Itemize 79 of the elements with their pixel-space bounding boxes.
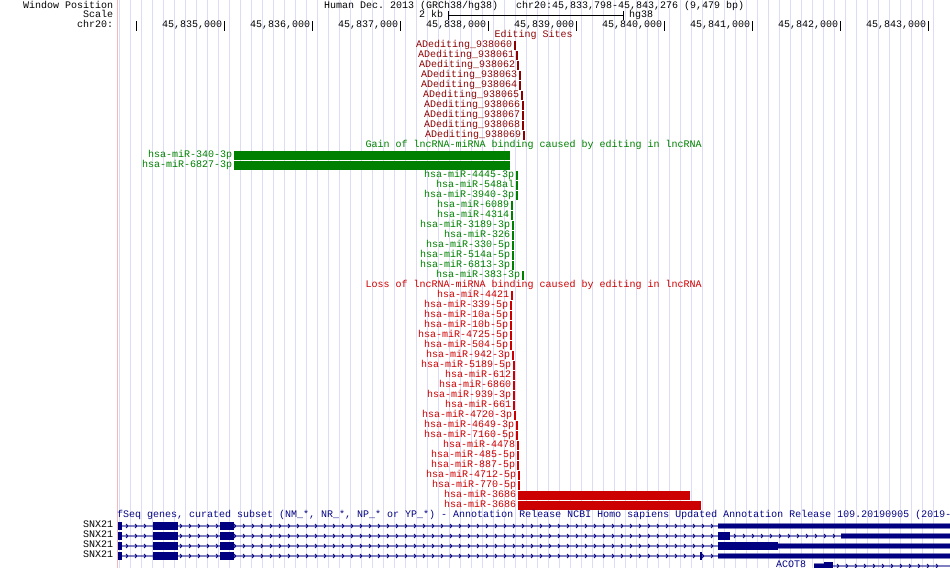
assembly-label: Human Dec. 2013 (GRCh38/hg38) <box>324 0 498 12</box>
feature-label: hsa-miR-340-3p <box>148 151 232 161</box>
gene-label: ACOT8 <box>776 561 806 568</box>
track-title: Loss of lncRNA-miRNA binding caused by editing in lncRNA <box>365 281 702 291</box>
track-title: Gain of lncRNA-miRNA binding caused by editing in lncRNA <box>365 141 702 151</box>
ruler-label: 45,838,000 <box>426 21 486 31</box>
feature-label: hsa-miR-3189-3p <box>420 221 510 231</box>
feature-label: hsa-miR-10a-5p <box>424 311 508 321</box>
feature-label: ADediting_938068 <box>424 121 520 131</box>
track-title: fSeq genes, curated subset (NM_*, NR_*, NP_* or YP_*) - Annotation Release NCBI Homo sapiens Updated Annotation Release 109.20190905 (2019- <box>117 510 950 521</box>
tick-mark <box>312 21 313 31</box>
feature-label: hsa-miR-326 <box>444 231 510 241</box>
feature-label: hsa-miR-6089 <box>436 201 509 211</box>
feature-label: hsa-miR-339-5p <box>424 301 508 311</box>
scale-label: Scale <box>82 11 113 21</box>
ruler-label: 45,836,000 <box>250 21 310 31</box>
window-position-label: Window Position <box>22 0 113 11</box>
feature-label: hsa-miR-612 <box>444 371 511 381</box>
ruler-label: 45,841,000 <box>690 21 750 31</box>
feature-label: ADediting_938062 <box>418 61 515 71</box>
tick-mark <box>928 21 929 31</box>
feature-label: hsa-miR-6860 <box>438 381 511 391</box>
tick-mark <box>136 21 137 31</box>
gene-label: SNX21 <box>82 541 113 551</box>
scale-value: 2 kb <box>419 11 444 21</box>
feature-label: hsa-miR-4712-5p <box>426 471 516 481</box>
feature-label: hsa-miR-4445-3p <box>424 171 514 181</box>
ruler-label: 45,839,000 <box>514 21 574 31</box>
feature-label: hsa-miR-6813-3p <box>420 261 510 271</box>
feature-label: hsa-miR-887-5p <box>430 461 515 471</box>
feature-label: hsa-miR-942-3p <box>426 351 510 361</box>
feature-label: hsa-miR-10b-5p <box>424 321 508 331</box>
tick-mark <box>840 21 841 31</box>
ruler-label: 45,842,000 <box>778 21 838 31</box>
ruler-label: 45,835,000 <box>162 21 222 31</box>
gene-label: SNX21 <box>82 551 113 561</box>
tick-mark <box>752 21 753 31</box>
feature-label: hsa-miR-5189-5p <box>420 361 511 371</box>
feature-label: hsa-miR-4720-3p <box>422 411 512 421</box>
feature-label: hsa-miR-6827-3p <box>142 161 232 171</box>
feature-label: hsa-miR-3686 <box>444 501 516 511</box>
feature-label: hsa-miR-770-5p <box>432 481 516 491</box>
gene-label: SNX21 <box>82 531 113 541</box>
feature-label: hsa-miR-661 <box>444 401 511 411</box>
feature-label: ADediting_938060 <box>416 41 512 51</box>
ruler-label: 45,843,000 <box>866 21 926 31</box>
ruler-label: 45,837,000 <box>338 21 398 31</box>
feature-label: hsa-miR-4478 <box>442 441 515 451</box>
feature-label: hsa-miR-383-3p <box>436 271 520 281</box>
feature-label: hsa-miR-3940-3p <box>424 191 514 201</box>
scale-assembly: hg38 <box>629 11 654 21</box>
tick-mark <box>488 21 489 31</box>
feature-label: hsa-miR-514a-5p <box>420 251 510 261</box>
feature-label: hsa-miR-7160-5p <box>424 431 514 441</box>
feature-label: ADediting_938066 <box>424 101 520 111</box>
feature-label: hsa-miR-4314 <box>436 211 509 221</box>
feature-label: ADediting_938067 <box>424 111 520 121</box>
feature-label: hsa-miR-4649-3p <box>424 421 514 431</box>
gene-label: SNX21 <box>82 521 113 531</box>
feature-label: hsa-miR-330-5p <box>426 241 510 251</box>
feature-label: hsa-miR-548al <box>436 181 514 191</box>
chromosome-label: chr20: <box>76 21 113 31</box>
feature-label: hsa-miR-939-3p <box>426 391 511 401</box>
feature-label: ADediting_938064 <box>420 81 517 91</box>
feature-label: hsa-miR-4421 <box>436 291 509 301</box>
feature-label: hsa-miR-4725-5p <box>418 331 508 341</box>
tick-mark <box>664 21 665 31</box>
track-title: Editing Sites <box>494 31 572 41</box>
tick-mark <box>576 21 577 31</box>
feature-label: ADediting_938065 <box>422 91 519 101</box>
ruler-label: 45,840,000 <box>602 21 662 31</box>
tick-mark <box>224 21 225 31</box>
feature-label: hsa-miR-3686 <box>444 491 516 501</box>
feature-label: hsa-miR-504-5p <box>424 341 508 351</box>
feature-label: ADediting_938061 <box>418 51 514 61</box>
feature-label: ADediting_938063 <box>420 71 517 81</box>
feature-label: hsa-miR-485-5p <box>430 451 515 461</box>
feature-label: ADediting_938069 <box>424 131 521 141</box>
tick-mark <box>400 21 401 31</box>
